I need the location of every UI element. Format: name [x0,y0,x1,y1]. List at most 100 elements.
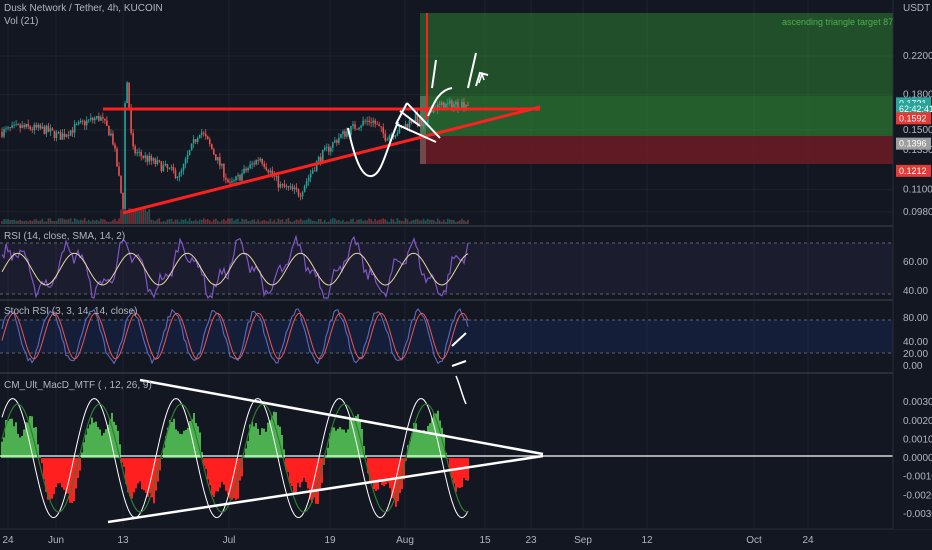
candle-body [323,147,326,151]
candle-body [370,122,372,123]
candle-body [261,158,264,164]
candle-body [3,129,5,137]
macd-bar [289,458,291,484]
volume-bar [330,219,332,224]
macd-bar [425,431,427,459]
volume-bar [204,219,207,224]
macd-bar [307,458,309,489]
volume-bar [372,221,374,224]
candle-body [461,101,463,109]
candle-body [13,124,15,126]
candle-body [283,184,286,187]
volume-bar [15,220,17,224]
macd-bar [419,432,421,459]
candle-body [253,163,255,165]
candle-body [73,124,76,133]
pair-title: Dusk Network / Tether, 4h, KUCOIN [4,3,163,14]
candle-body [455,101,457,105]
macd-bar [349,418,351,459]
candle-body [29,126,32,130]
candle-body [53,130,56,139]
macd-bar [87,428,89,459]
candle-body [213,149,215,155]
volume-bar [364,220,366,224]
volume-bar [57,218,60,224]
candle-body [259,158,262,161]
candle-body [299,195,302,197]
candle-body [332,142,334,148]
macd-bar [149,458,151,494]
macd-bar [263,428,265,459]
volume-bar [348,221,350,224]
volume-bar [265,220,268,224]
candle-body [263,163,266,168]
volume-bar [307,218,310,224]
volume-bar [410,220,413,224]
entry-zone [420,96,893,136]
y-tick-label: 0.0010 [903,434,932,445]
volume-bar [158,218,161,224]
macd-bar [311,458,313,503]
volume-bar [77,220,80,224]
macd-bar [81,452,83,459]
candle-body [269,170,272,173]
macd-bar [105,429,107,459]
y-tick-label: 40.00 [903,337,928,348]
macd-bar [259,434,261,459]
candle-body [384,133,387,141]
volume-bar [79,219,82,224]
candle-body [81,120,84,122]
candle-body [35,124,38,128]
volume-bar [293,220,296,224]
volume-bar [225,220,227,224]
candle-body [257,160,259,161]
volume-bar [142,208,145,224]
candle-body [59,132,62,140]
candle-body [338,137,340,143]
macd-bar [85,434,87,459]
volume-bar [453,219,455,224]
macd-bar [299,458,301,488]
candle-body [65,134,68,137]
trading-chart[interactable]: ascending triangle target 87% 0.22000.18… [0,0,932,550]
macd-bar [183,430,185,459]
y-tick-label: 60.00 [903,257,928,268]
volume-bar [261,220,264,224]
volume-bar [144,208,147,224]
macd-bar [427,425,429,459]
macd-bar [23,429,25,459]
rsi-legend: RSI (14, close, SMA, 14, 2) [4,231,125,242]
macd-bar [111,412,113,459]
volume-bar [13,219,15,224]
macd-bar [21,435,23,459]
volume-bar [267,221,270,224]
macd-bar [187,427,189,459]
x-tick-label: 13 [117,535,129,546]
volume-bar [106,221,108,224]
candle-body [295,187,298,190]
volume-bar [378,219,381,224]
volume-bar [229,218,231,224]
volume-bar [245,218,247,224]
rsi-pane[interactable] [0,234,893,300]
macd-bar [353,418,355,459]
macd-bar [211,458,213,496]
macd-bar [465,458,467,481]
candle-body [25,123,28,128]
volume-bar [362,220,364,224]
volume-bar [434,221,437,224]
macd-bar [79,458,81,471]
volume-bar [277,218,280,224]
candle-body [215,154,217,161]
candle-body [422,125,425,127]
macd-bar [131,458,133,499]
volume-bar [63,219,66,224]
macd-bar [177,431,179,459]
candle-body [376,123,379,125]
candle-body [354,124,356,129]
candle-body [368,120,370,123]
volume-bar [422,218,425,224]
candle-body [202,132,205,134]
volume-bar [160,221,163,224]
macd-bar [3,437,5,459]
